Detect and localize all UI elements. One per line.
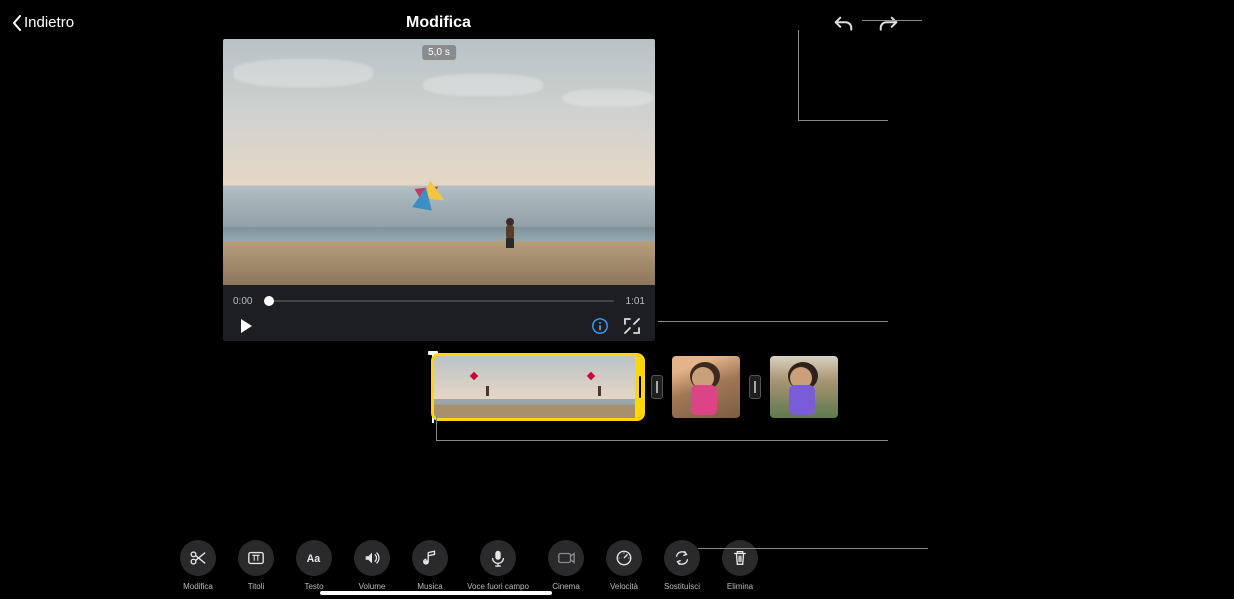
tool-edit[interactable]: Modifica bbox=[178, 540, 218, 591]
info-button[interactable] bbox=[591, 317, 609, 335]
timeline-clip[interactable] bbox=[672, 356, 740, 418]
tool-replace[interactable]: Sostituisci bbox=[662, 540, 702, 591]
callout-line bbox=[798, 120, 888, 121]
callout-line bbox=[658, 321, 888, 322]
edit-toolbar: Modifica Titoli Aa Testo Volume Musica V… bbox=[178, 540, 760, 591]
tool-label: Velocità bbox=[610, 582, 638, 591]
tool-label: Titoli bbox=[248, 582, 265, 591]
chevron-left-icon bbox=[12, 15, 22, 31]
callout-line bbox=[798, 30, 799, 120]
scrubber[interactable] bbox=[264, 300, 613, 302]
fullscreen-icon bbox=[623, 317, 641, 335]
home-indicator[interactable] bbox=[320, 591, 552, 595]
callout-line bbox=[862, 20, 922, 21]
callout-line bbox=[698, 548, 928, 549]
tool-cinema[interactable]: Cinema bbox=[546, 540, 586, 591]
tool-label: Voce fuori campo bbox=[467, 582, 529, 591]
tool-label: Modifica bbox=[183, 582, 213, 591]
transition-button[interactable] bbox=[748, 356, 762, 418]
time-total: 1:01 bbox=[626, 296, 645, 307]
back-label: Indietro bbox=[24, 14, 74, 31]
tool-label: Musica bbox=[417, 582, 442, 591]
trim-handle-right[interactable] bbox=[635, 356, 642, 418]
time-current: 0:00 bbox=[233, 296, 252, 307]
callout-line bbox=[436, 440, 888, 441]
mic-icon bbox=[489, 549, 507, 567]
timeline[interactable] bbox=[434, 356, 838, 418]
replace-icon bbox=[673, 549, 691, 567]
duration-badge: 5,0 s bbox=[422, 45, 456, 60]
tool-titles[interactable]: Titoli bbox=[236, 540, 276, 591]
tool-label: Cinema bbox=[552, 582, 580, 591]
tool-music[interactable]: Musica bbox=[410, 540, 450, 591]
topbar: Indietro Modifica bbox=[0, 0, 1234, 44]
tool-voiceover[interactable]: Voce fuori campo bbox=[468, 540, 528, 591]
clip-thumbnail bbox=[770, 356, 838, 418]
titles-icon bbox=[247, 549, 265, 567]
back-button[interactable]: Indietro bbox=[12, 14, 74, 31]
tool-label: Volume bbox=[359, 582, 386, 591]
music-icon bbox=[421, 549, 439, 567]
play-button[interactable] bbox=[237, 317, 255, 335]
clip-thumbnail bbox=[538, 356, 642, 418]
callout-line bbox=[436, 416, 437, 440]
scrubber-thumb[interactable] bbox=[264, 296, 274, 306]
tool-label: Elimina bbox=[727, 582, 753, 591]
scissors-icon bbox=[189, 549, 207, 567]
clip-thumbnail bbox=[672, 356, 740, 418]
undo-button[interactable] bbox=[832, 14, 854, 36]
fullscreen-button[interactable] bbox=[623, 317, 641, 335]
trash-icon bbox=[731, 549, 749, 567]
tool-label: Testo bbox=[304, 582, 323, 591]
undo-icon bbox=[832, 14, 854, 36]
volume-icon bbox=[363, 549, 381, 567]
timeline-clip[interactable] bbox=[770, 356, 838, 418]
redo-icon bbox=[878, 14, 900, 36]
cinema-icon bbox=[557, 549, 575, 567]
preview-canvas[interactable]: 5,0 s bbox=[223, 39, 655, 285]
text-icon: Aa bbox=[305, 549, 323, 567]
redo-button[interactable] bbox=[878, 14, 900, 36]
svg-text:Aa: Aa bbox=[307, 553, 321, 565]
tool-volume[interactable]: Volume bbox=[352, 540, 392, 591]
tool-text[interactable]: Aa Testo bbox=[294, 540, 334, 591]
tool-speed[interactable]: Velocità bbox=[604, 540, 644, 591]
speed-icon bbox=[615, 549, 633, 567]
player-controls: 0:00 1:01 bbox=[223, 285, 655, 341]
video-viewer: 5,0 s 0:00 1:01 bbox=[223, 39, 655, 341]
page-title: Modifica bbox=[406, 14, 470, 32]
transition-button[interactable] bbox=[650, 356, 664, 418]
play-icon bbox=[237, 317, 255, 335]
timeline-clip[interactable] bbox=[434, 356, 642, 418]
clip-thumbnail bbox=[434, 356, 538, 418]
tool-label: Sostituisci bbox=[664, 582, 700, 591]
info-icon bbox=[591, 317, 609, 335]
